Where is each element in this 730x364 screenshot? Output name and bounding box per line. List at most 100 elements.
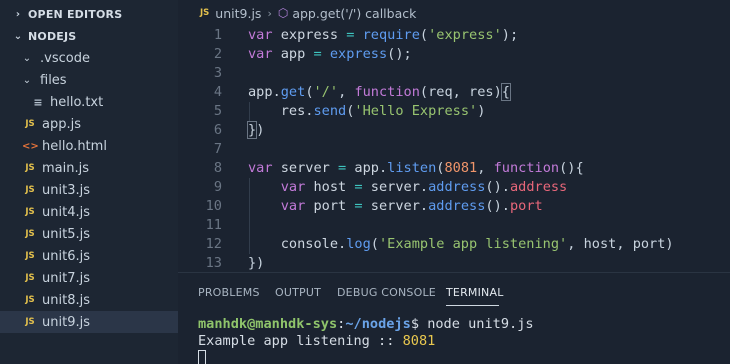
code-line[interactable]: 13}) [178, 254, 730, 272]
breadcrumb-file[interactable]: unit9.js [215, 6, 261, 21]
line-number: 11 [205, 217, 222, 233]
code-line[interactable]: 6}) [178, 121, 730, 140]
sidebar-item-files[interactable]: ⌄ files [0, 69, 178, 91]
sidebar-item-label: unit3.js [42, 182, 90, 198]
chevron-right-icon: › [267, 6, 272, 20]
code-line[interactable]: 8 var server = app.listen(8081, function(… [178, 159, 730, 178]
code-line[interactable]: 12 console.log('Example app listening', … [178, 235, 730, 254]
line-number: 6 [213, 122, 222, 138]
terminal-output-line: Example app listening :: 8081 [198, 332, 435, 350]
code-token: = [354, 179, 363, 195]
code-line[interactable]: 11 [178, 216, 730, 235]
sidebar-item-vscode[interactable]: ⌄ .vscode [0, 47, 178, 69]
breadcrumb-symbol[interactable]: app.get('/') callback [292, 6, 416, 21]
code-token: { [500, 83, 512, 101]
code-line[interactable]: 9 var host = server.address().address [178, 178, 730, 197]
js-file-icon: JS [25, 207, 35, 217]
code-line[interactable]: 2 var app = express(); [178, 45, 730, 64]
code-token: , [338, 84, 355, 100]
js-file-icon: JS [25, 273, 35, 283]
terminal-cursor-line[interactable] [198, 349, 206, 364]
sidebar-item-label: hello.html [42, 138, 107, 154]
code-token: function [493, 160, 560, 176]
terminal-prompt: $ [410, 316, 428, 332]
sidebar-item-app-js[interactable]: JS app.js [0, 113, 178, 135]
chevron-down-icon: ⌄ [22, 74, 32, 86]
code-token: function [354, 84, 420, 100]
project-section[interactable]: ⌄ NODEJS [0, 25, 178, 47]
code-token: app [272, 46, 314, 62]
code-line[interactable]: 5 res.send('Hello Express') [178, 102, 730, 121]
code-token: , [452, 84, 470, 100]
code-token: host [305, 179, 355, 195]
sidebar-item-label: app.js [42, 116, 81, 132]
vscode-window: › OPEN EDITORS ⌄ NODEJS ⌄ .vscode ⌄ file… [0, 0, 730, 364]
code-token: app [248, 84, 273, 100]
code-token: express [272, 27, 347, 43]
code-line[interactable]: 3 [178, 64, 730, 83]
code-line[interactable]: 10 var port = server.address().port [178, 197, 730, 216]
sidebar-item-unit6-js[interactable]: JS unit6.js [0, 245, 178, 267]
code-token: 'Example app listening' [378, 236, 568, 252]
terminal-command-line[interactable]: manhdk@manhdk-sys:~/nodejs$ node unit9.j… [198, 315, 534, 333]
code-editor[interactable]: JS unit9.js › ⬡ app.get('/') callback 1 v… [178, 0, 730, 272]
sidebar-item-unit8-js[interactable]: JS unit8.js [0, 289, 178, 311]
bottom-panel: PROBLEMS OUTPUT DEBUG CONSOLE TERMINAL m… [178, 272, 730, 364]
code-line[interactable]: 4 app.get('/', function(req, res){ [178, 83, 730, 102]
code-token: , host, port) [567, 236, 674, 252]
js-file-icon: JS [200, 8, 210, 18]
code-token: log [346, 236, 371, 252]
sidebar-item-label: .vscode [40, 50, 90, 66]
js-file-icon: JS [25, 119, 35, 129]
sidebar-item-label: unit7.js [42, 270, 90, 286]
code-token: address [428, 198, 486, 214]
sidebar-item-hello-html[interactable]: <> hello.html [0, 135, 178, 157]
tab-debug-console[interactable]: DEBUG CONSOLE [337, 286, 436, 299]
js-file-icon: JS [25, 295, 35, 305]
code-text: }) [248, 254, 264, 272]
sidebar-item-unit7-js[interactable]: JS unit7.js [0, 267, 178, 289]
sidebar-item-unit5-js[interactable]: JS unit5.js [0, 223, 178, 245]
code-token: 'express' [428, 27, 502, 43]
tab-output[interactable]: OUTPUT [275, 286, 321, 299]
open-editors-label: OPEN EDITORS [28, 7, 123, 21]
line-number: 7 [213, 141, 222, 157]
code-token: address [509, 179, 568, 195]
text-file-icon: ≡ [33, 95, 43, 109]
code-token: (). [485, 179, 510, 195]
code-token: }) [248, 255, 265, 271]
sidebar-item-unit3-js[interactable]: JS unit3.js [0, 179, 178, 201]
code-token: . [419, 179, 429, 195]
sidebar-item-unit9-js[interactable]: JS unit9.js [0, 311, 178, 333]
sidebar-item-main-js[interactable]: JS main.js [0, 157, 178, 179]
line-number: 1 [213, 27, 222, 43]
sidebar-item-hello-txt[interactable]: ≡ hello.txt [0, 91, 178, 113]
open-editors-section[interactable]: › OPEN EDITORS [0, 3, 178, 25]
line-number: 10 [205, 198, 222, 214]
code-line[interactable]: 7 [178, 140, 730, 159]
line-number: 8 [213, 160, 222, 176]
tab-terminal[interactable]: TERMINAL [446, 286, 504, 299]
code-token: ) [256, 122, 265, 138]
code-token: . [272, 84, 281, 100]
code-line[interactable]: 1 var express = require('express'); [178, 26, 730, 45]
sidebar-item-unit4-js[interactable]: JS unit4.js [0, 201, 178, 223]
sidebar-item-label: unit6.js [42, 248, 90, 264]
line-number: 12 [205, 236, 222, 252]
project-label: NODEJS [28, 29, 77, 43]
code-token: get [280, 84, 306, 100]
code-token: res [248, 103, 306, 119]
tab-problems[interactable]: PROBLEMS [198, 286, 260, 299]
sidebar-item-label: files [40, 72, 67, 88]
line-number: 5 [213, 103, 222, 119]
code-token: var [248, 160, 273, 176]
code-token: . [378, 160, 388, 176]
sidebar-item-label: main.js [42, 160, 89, 176]
code-token: server [272, 160, 339, 176]
code-token: ( [305, 84, 314, 100]
panel-tabs: PROBLEMS OUTPUT DEBUG CONSOLE TERMINAL [178, 273, 730, 311]
code-token: ( [419, 84, 429, 100]
code-token: ( [419, 27, 429, 43]
